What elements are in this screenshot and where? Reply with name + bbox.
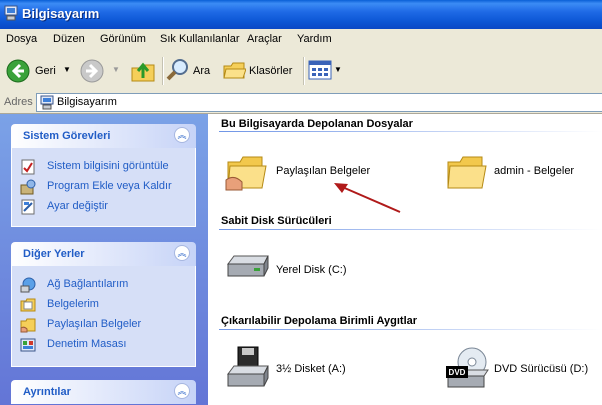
- folder-up-icon: [131, 62, 155, 82]
- group-title: Bu Bilgisayarda Depolanan Dosyalar: [221, 118, 413, 130]
- content-pane: Bu Bilgisayarda Depolanan Dosyalar Payla…: [208, 114, 602, 405]
- toolbar-separator: [162, 57, 164, 85]
- computer-icon: [4, 5, 18, 21]
- back-label: Geri: [35, 65, 56, 77]
- item-label: admin - Belgeler: [494, 165, 575, 177]
- item-label: DVD Sürücüsü (D:): [494, 363, 589, 375]
- forward-arrow-icon: [80, 59, 104, 83]
- address-input[interactable]: Bilgisayarım: [36, 93, 602, 112]
- dvd-drive-icon: DVD: [446, 347, 489, 388]
- panel-title: Diğer Yerler: [23, 248, 85, 260]
- item-label: 3½ Disket (A:): [276, 363, 346, 375]
- chevron-down-icon[interactable]: ▼: [63, 65, 71, 74]
- window-title: Bilgisayarım: [22, 6, 100, 21]
- address-label: Adres: [4, 96, 33, 108]
- group-divider: [219, 229, 602, 230]
- group-divider: [219, 329, 602, 330]
- task-pane: Sistem Görevleri ︽ Sistem bilgisini görü…: [0, 114, 208, 405]
- search-label: Ara: [193, 65, 211, 77]
- collapse-icon[interactable]: ︽: [174, 383, 190, 399]
- shared-folder-icon: [20, 318, 36, 333]
- panel-header[interactable]: Sistem Görevleri ︽: [11, 124, 196, 148]
- details-panel: Ayrıntılar ︽: [11, 380, 196, 404]
- other-places-panel: Diğer Yerler ︽ Ağ Bağlantılarım Belgeler…: [11, 242, 196, 367]
- task-label: Ayar değiştir: [47, 200, 108, 212]
- item-dvd-d[interactable]: DVD DVD Sürücüsü (D:): [444, 346, 602, 392]
- collapse-icon[interactable]: ︽: [174, 127, 190, 143]
- chevron-down-icon[interactable]: ▼: [112, 65, 120, 74]
- item-floppy-a[interactable]: 3½ Disket (A:): [224, 346, 384, 392]
- settings-icon: [21, 199, 35, 215]
- dvd-logo-text: DVD: [449, 368, 466, 377]
- panel-title: Ayrıntılar: [23, 386, 71, 398]
- place-label: Ağ Bağlantılarım: [47, 278, 129, 290]
- toolbar-separator: [303, 57, 305, 85]
- panel-header[interactable]: Diğer Yerler ︽: [11, 242, 196, 266]
- folder-icon: [447, 156, 487, 189]
- shared-folder-icon: [225, 156, 267, 191]
- item-label: Yerel Disk (C:): [276, 264, 347, 276]
- task-label: Program Ekle veya Kaldır: [47, 180, 172, 192]
- search-button[interactable]: Ara: [166, 55, 218, 87]
- floppy-drive-icon: [227, 346, 269, 387]
- menu-help[interactable]: Yardım: [297, 33, 332, 45]
- place-label: Denetim Masası: [47, 338, 127, 350]
- item-local-disk-c[interactable]: Yerel Disk (C:): [224, 250, 384, 288]
- control-panel-icon: [20, 338, 36, 352]
- documents-folder-icon: [20, 298, 36, 312]
- back-button[interactable]: Geri ▼: [6, 55, 74, 87]
- panel-header[interactable]: Ayrıntılar ︽: [11, 380, 196, 404]
- folders-button[interactable]: Klasörler: [222, 55, 298, 87]
- views-button[interactable]: ▼: [308, 55, 342, 87]
- panel-title: Sistem Görevleri: [23, 130, 111, 142]
- up-button[interactable]: [130, 55, 156, 87]
- hard-disk-icon: [227, 255, 269, 277]
- chevron-down-icon[interactable]: ▼: [334, 65, 342, 74]
- toolbar: Geri ▼ ▼ Ara Klasörler ▼: [0, 50, 602, 93]
- annotation-arrow-icon: [334, 183, 401, 213]
- address-bar: Adres Bilgisayarım: [0, 92, 602, 114]
- group-title: Çıkarılabilir Depolama Birimli Aygıtlar: [221, 315, 418, 327]
- group-title: Sabit Disk Sürücüleri: [221, 215, 332, 227]
- menu-file[interactable]: Dosya: [6, 33, 37, 45]
- place-label: Belgelerim: [47, 298, 99, 310]
- collapse-icon[interactable]: ︽: [174, 245, 190, 261]
- place-label: Paylaşılan Belgeler: [47, 318, 142, 330]
- panel-body: Ağ Bağlantılarım Belgelerim Paylaşılan B…: [11, 266, 196, 367]
- folders-icon: [223, 62, 246, 79]
- task-label: Sistem bilgisini görüntüle: [47, 160, 169, 172]
- panel-body: Sistem bilgisini görüntüle Program Ekle …: [11, 148, 196, 227]
- menu-view[interactable]: Görünüm: [100, 33, 146, 45]
- menu-tools[interactable]: Araçlar: [247, 33, 282, 45]
- menu-bar: Dosya Düzen Görünüm Sık Kullanılanlar Ar…: [0, 29, 602, 51]
- search-icon: [166, 59, 188, 81]
- menu-edit[interactable]: Düzen: [53, 33, 85, 45]
- system-info-icon: [21, 159, 35, 175]
- add-remove-programs-icon: [20, 179, 36, 195]
- views-icon: [308, 60, 332, 80]
- back-arrow-icon: [6, 59, 30, 83]
- group-divider: [219, 131, 602, 132]
- folders-label: Klasörler: [249, 65, 293, 77]
- computer-icon: [40, 95, 54, 110]
- menu-favorites[interactable]: Sık Kullanılanlar: [160, 33, 240, 45]
- title-bar[interactable]: Bilgisayarım: [0, 0, 602, 29]
- system-tasks-panel: Sistem Görevleri ︽ Sistem bilgisini görü…: [11, 124, 196, 227]
- forward-button[interactable]: ▼: [80, 55, 122, 87]
- item-admin-documents[interactable]: admin - Belgeler: [444, 150, 594, 196]
- address-value: Bilgisayarım: [57, 96, 117, 108]
- network-icon: [20, 277, 36, 293]
